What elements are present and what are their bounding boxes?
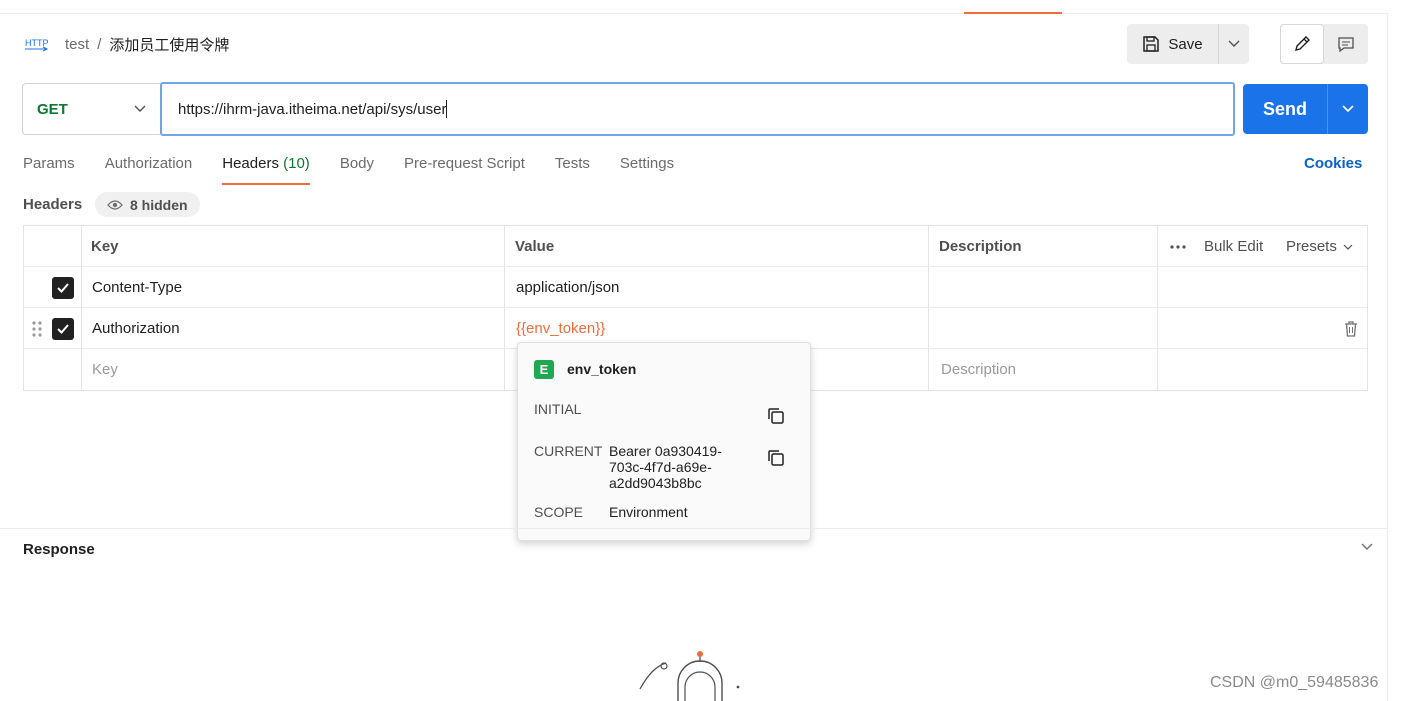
current-label: CURRENT xyxy=(534,443,603,459)
variable-popover: E env_token INITIAL CURRENT Bearer 0a930… xyxy=(517,342,811,541)
column-value: Value xyxy=(515,238,555,255)
send-button[interactable]: Send xyxy=(1243,84,1327,134)
save-button[interactable]: Save xyxy=(1127,24,1218,64)
save-button-group: Save xyxy=(1127,24,1249,64)
comment-icon xyxy=(1338,37,1354,53)
header-value[interactable]: application/json xyxy=(516,267,619,308)
bulk-edit-button[interactable]: Bulk Edit xyxy=(1204,226,1263,267)
current-value[interactable]: Bearer 0a930419- 703c-4f7d-a69e- a2dd904… xyxy=(609,443,739,491)
watermark: CSDN @m0_59485836 xyxy=(1210,674,1379,691)
header-key[interactable]: Authorization xyxy=(92,308,180,349)
tab-tests[interactable]: Tests xyxy=(555,155,590,185)
tab-settings[interactable]: Settings xyxy=(620,155,674,185)
table-header-row: Key Value Description Bulk Edit Presets xyxy=(24,226,1367,267)
save-icon xyxy=(1143,36,1160,52)
chevron-down-icon xyxy=(1342,105,1354,113)
breadcrumb-separator: / xyxy=(97,35,102,53)
save-label: Save xyxy=(1168,35,1203,53)
scope-value: Environment xyxy=(609,504,688,520)
initial-label: INITIAL xyxy=(534,401,582,417)
edit-button[interactable] xyxy=(1280,24,1324,64)
headers-section-title: Headers xyxy=(23,196,83,213)
save-dropdown-button[interactable] xyxy=(1218,24,1249,64)
astronaut-illustration xyxy=(639,651,740,701)
cookies-link[interactable]: Cookies xyxy=(1304,155,1362,172)
drag-handle[interactable] xyxy=(32,308,42,349)
headers-count: (10) xyxy=(283,155,310,172)
view-toggle-group xyxy=(1280,24,1368,64)
send-dropdown-button[interactable] xyxy=(1327,84,1368,134)
request-tabs: Params Authorization Headers (10) Body P… xyxy=(23,155,704,185)
row-checkbox[interactable] xyxy=(52,267,74,308)
url-text: https://ihrm-java.itheima.net/api/sys/us… xyxy=(178,100,447,118)
chevron-down-icon[interactable] xyxy=(1360,542,1374,552)
new-key-input[interactable]: Key xyxy=(92,349,118,390)
check-icon xyxy=(57,282,69,293)
response-title: Response xyxy=(23,541,95,558)
pencil-icon xyxy=(1295,36,1310,51)
active-tab-indicator xyxy=(964,12,1062,14)
breadcrumb-collection[interactable]: test xyxy=(65,36,89,53)
more-horizontal-icon xyxy=(1170,244,1186,249)
delete-row-button[interactable] xyxy=(1344,308,1358,349)
response-divider xyxy=(0,528,1387,529)
scope-label: SCOPE xyxy=(534,504,584,520)
checkbox-checked[interactable] xyxy=(52,317,74,340)
check-icon xyxy=(57,323,69,334)
tab-params[interactable]: Params xyxy=(23,155,75,185)
http-request-icon: HTTP xyxy=(25,38,49,52)
copy-icon[interactable] xyxy=(766,448,786,468)
tab-body[interactable]: Body xyxy=(340,155,374,185)
copy-icon[interactable] xyxy=(766,406,786,426)
trash-icon xyxy=(1345,320,1357,337)
chevron-down-icon xyxy=(1343,244,1353,250)
method-label: GET xyxy=(37,100,68,118)
drag-handle-icon xyxy=(32,320,42,337)
hidden-headers-toggle[interactable]: 8 hidden xyxy=(95,192,200,217)
send-button-group: Send xyxy=(1243,84,1368,134)
more-options-button[interactable] xyxy=(1170,226,1186,267)
tab-authorization[interactable]: Authorization xyxy=(105,155,193,185)
column-key: Key xyxy=(91,238,119,255)
method-select[interactable]: GET xyxy=(22,83,160,135)
request-title[interactable]: 添加员工使用令牌 xyxy=(109,34,229,55)
checkbox-checked[interactable] xyxy=(52,276,74,299)
chevron-down-icon xyxy=(1228,40,1240,47)
column-description: Description xyxy=(939,238,1022,255)
eye-icon xyxy=(107,199,123,210)
svg-text:HTTP: HTTP xyxy=(25,38,49,48)
header-key[interactable]: Content-Type xyxy=(92,267,182,308)
environment-badge: E xyxy=(534,360,554,379)
comments-button[interactable] xyxy=(1324,24,1368,64)
new-description-input[interactable]: Description xyxy=(941,349,1016,390)
table-row: Content-Type application/json xyxy=(24,267,1367,308)
text-cursor xyxy=(446,100,448,118)
request-header: HTTP test / 添加员工使用令牌 xyxy=(23,30,229,58)
presets-dropdown[interactable]: Presets xyxy=(1286,226,1353,267)
top-tab-strip xyxy=(0,0,1388,14)
chevron-down-icon xyxy=(134,105,146,112)
hidden-count-label: 8 hidden xyxy=(130,196,188,213)
right-divider xyxy=(1387,14,1388,701)
variable-name: env_token xyxy=(567,361,637,377)
tab-headers[interactable]: Headers (10) xyxy=(222,155,310,185)
row-checkbox[interactable] xyxy=(52,308,74,349)
presets-label: Presets xyxy=(1286,238,1337,255)
tab-pre-request-script[interactable]: Pre-request Script xyxy=(404,155,525,185)
url-input[interactable]: https://ihrm-java.itheima.net/api/sys/us… xyxy=(160,82,1235,136)
